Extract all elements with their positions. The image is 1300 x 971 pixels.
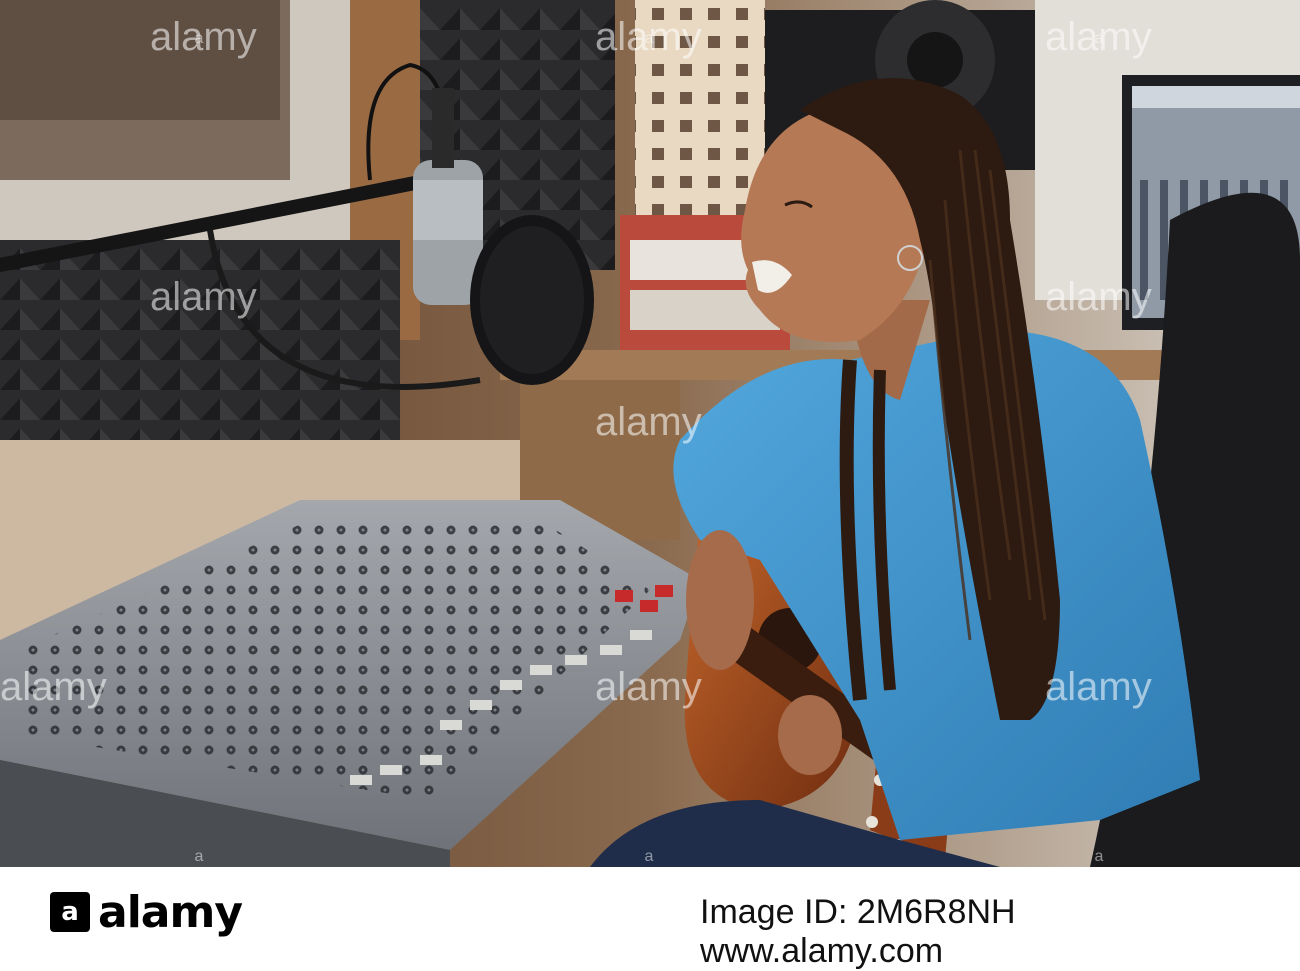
watermark-text: alamy	[595, 665, 702, 709]
watermark-text: alamy	[595, 400, 702, 444]
logo-mark-letter: a	[61, 897, 79, 927]
watermark-mark-icon: a	[644, 30, 654, 47]
watermark-text: alamy	[1045, 665, 1152, 709]
watermark-text: alamy	[1045, 275, 1152, 319]
watermark-mark-icon: a	[644, 848, 654, 865]
watermark-text: alamy	[0, 665, 107, 709]
watermark-text: alamy	[150, 275, 257, 319]
logo-mark-icon: a	[50, 892, 90, 932]
watermark-mark-icon: a	[194, 848, 204, 865]
site-url[interactable]: www.alamy.com	[700, 932, 943, 970]
stock-photo: alamy alamy alamy alamy alamy alamy alam…	[0, 0, 1300, 867]
brand-logo[interactable]: a alamy	[50, 885, 243, 939]
image-id-label: Image ID:	[700, 893, 848, 931]
image-id-line: Image ID: 2M6R8NH www.alamy.com	[700, 893, 1260, 971]
logo-wordmark: alamy	[98, 886, 243, 938]
image-id-value: 2M6R8NH	[856, 893, 1016, 931]
footer-bar: a alamy Image ID: 2M6R8NH www.alamy.com	[0, 867, 1300, 970]
watermark-mark-icon: a	[1094, 30, 1104, 47]
watermark-mark-icon: a	[194, 30, 204, 47]
watermark-mark-icon: a	[1094, 848, 1104, 865]
